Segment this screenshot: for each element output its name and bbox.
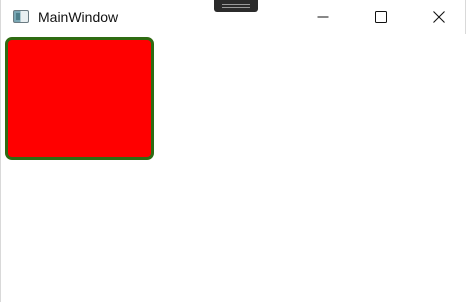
maximize-button[interactable] bbox=[352, 0, 410, 34]
app-window-icon bbox=[13, 10, 29, 23]
window-content bbox=[2, 34, 466, 302]
minimize-button[interactable] bbox=[294, 0, 352, 34]
maximize-icon bbox=[375, 11, 387, 23]
red-rectangle[interactable] bbox=[5, 37, 154, 160]
minimize-icon bbox=[317, 16, 329, 18]
main-window: MainWindow bbox=[0, 0, 466, 302]
close-icon bbox=[433, 11, 445, 23]
close-button[interactable] bbox=[410, 0, 466, 34]
window-title: MainWindow bbox=[38, 9, 119, 25]
snap-layout-handle[interactable] bbox=[214, 0, 258, 12]
title-bar[interactable]: MainWindow bbox=[1, 0, 465, 34]
